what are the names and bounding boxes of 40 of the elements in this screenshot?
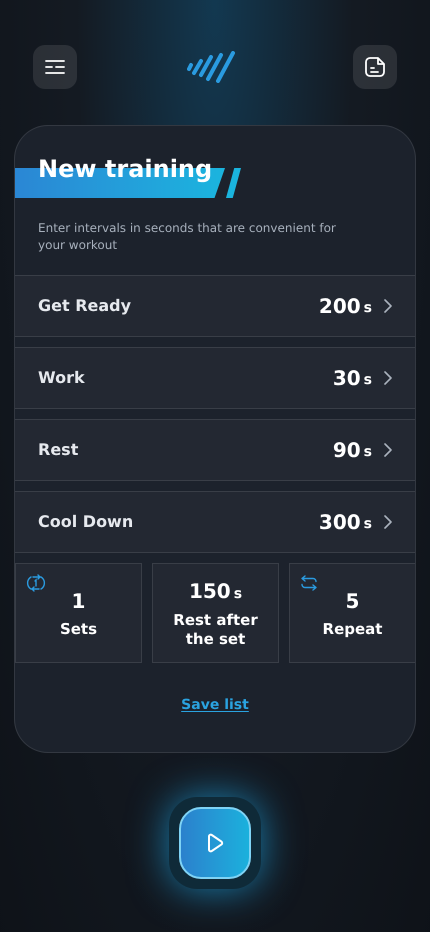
interval-label: Cool Down [38, 511, 134, 533]
unit-label: s [364, 442, 372, 462]
repeat-once-icon [26, 574, 46, 592]
menu-button[interactable] [33, 45, 77, 89]
menu-icon [45, 59, 65, 75]
card-subtitle: Enter intervals in seconds that are convenient for your workout [38, 220, 337, 254]
document-icon [364, 56, 386, 78]
chevron-right-icon [384, 443, 392, 457]
play-button[interactable] [179, 807, 251, 879]
interval-value: 30 [332, 365, 361, 392]
unit-label: s [364, 298, 372, 318]
tile-label: Rest after the set [172, 610, 259, 648]
interval-label: Rest [38, 439, 80, 461]
tile-value: 150 [188, 578, 231, 604]
repeat-icon [300, 574, 318, 592]
interval-row[interactable]: Rest 90 s [15, 419, 415, 481]
notes-button[interactable] [353, 45, 397, 89]
interval-row[interactable]: Cool Down 300 s [15, 491, 415, 553]
setting-tile[interactable]: 1 Sets [15, 563, 142, 663]
tile-label: Repeat [322, 620, 384, 638]
interval-value: 200 [318, 293, 361, 320]
tile-label: Sets [58, 620, 98, 638]
unit-label: s [234, 584, 242, 604]
interval-row[interactable]: Get Ready 200 s [15, 275, 415, 337]
unit-label: s [364, 370, 372, 390]
unit-label: s [364, 514, 372, 534]
interval-label: Get Ready [38, 295, 132, 317]
interval-label: Work [38, 367, 86, 389]
interval-row[interactable]: Work 30 s [15, 347, 415, 409]
setting-tile[interactable]: 5 Repeat [289, 563, 415, 663]
chevron-right-icon [384, 299, 392, 313]
interval-value: 90 [332, 437, 361, 464]
interval-value: 300 [318, 509, 361, 536]
banner-stripe [226, 168, 241, 198]
setting-tile[interactable]: 150 s Rest after the set [152, 563, 279, 663]
chevron-right-icon [384, 515, 392, 529]
save-list-link[interactable]: Save list [181, 695, 249, 716]
tile-value: 1 [72, 588, 86, 614]
chevron-right-icon [384, 371, 392, 385]
tile-value: 5 [346, 588, 360, 614]
